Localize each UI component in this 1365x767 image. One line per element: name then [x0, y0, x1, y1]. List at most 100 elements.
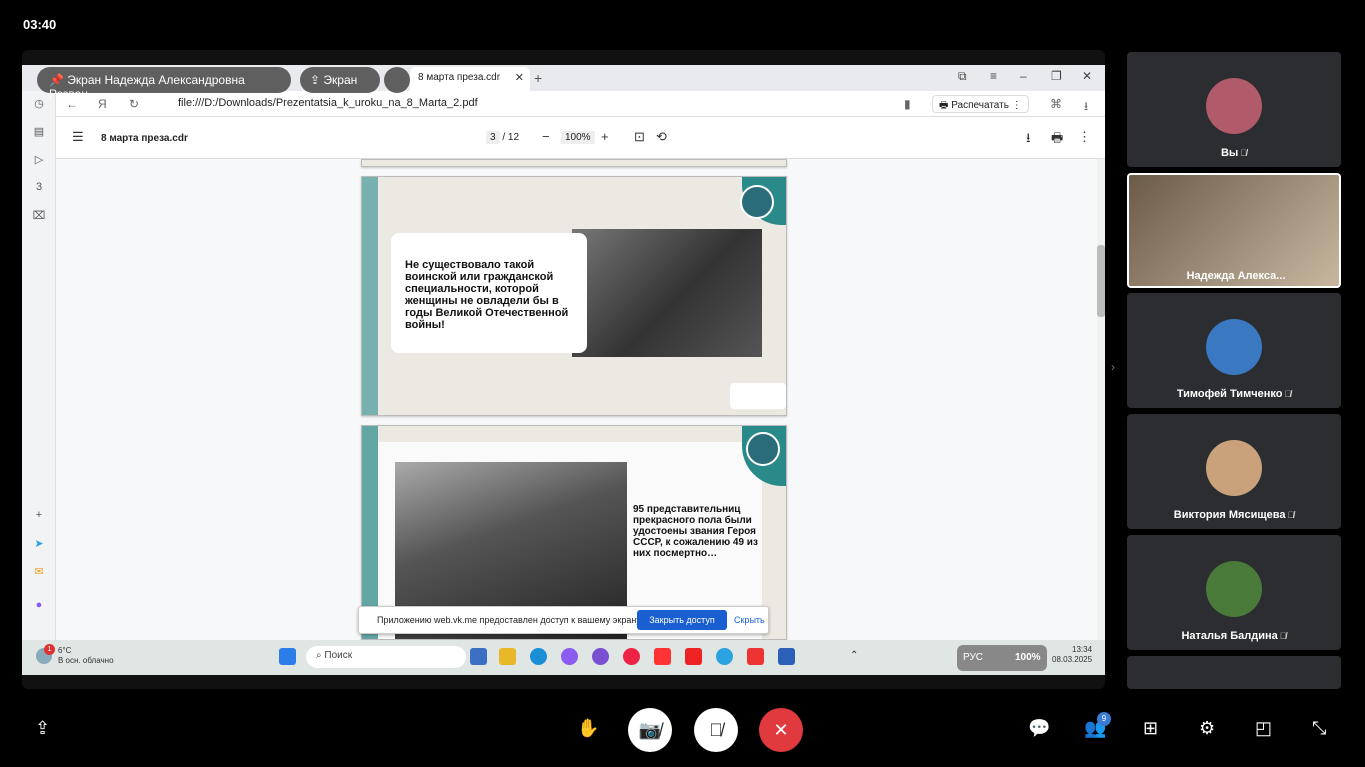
- system-tray[interactable]: РУС 100%: [957, 645, 1047, 671]
- participant-tile[interactable]: Виктория Мясищева 🎙̸: [1127, 414, 1341, 529]
- participant-tile[interactable]: Наталья Балдина 🎙̸: [1127, 535, 1341, 650]
- mic-off-button[interactable]: 🎙̸: [694, 708, 738, 752]
- pdf-title: 8 марта преза.cdr: [101, 133, 188, 144]
- viber-icon[interactable]: [592, 648, 609, 665]
- explorer-icon[interactable]: [499, 648, 516, 665]
- download-icon[interactable]: ⭳: [1084, 97, 1088, 118]
- mic-off-icon: 🎙̸: [1279, 631, 1287, 641]
- yandex-app-icon[interactable]: [654, 648, 671, 665]
- zoom-out-icon[interactable]: −: [542, 129, 550, 144]
- avatar: [1206, 319, 1262, 375]
- play-icon[interactable]: ▷: [32, 153, 46, 167]
- add-panel-icon[interactable]: +: [32, 509, 46, 523]
- taskbar-clock[interactable]: 13:34 08.03.2025: [1052, 645, 1092, 666]
- camera-off-button[interactable]: 📷̸: [628, 708, 672, 752]
- pdf-menu-icon[interactable]: ☰: [72, 129, 84, 145]
- mic-off-icon: 🎙̸: [1284, 389, 1292, 399]
- chrome-icon[interactable]: [623, 648, 640, 665]
- restore-icon[interactable]: ❐: [1051, 69, 1062, 83]
- tab-title: 8 марта преза.cdr: [418, 72, 501, 83]
- camera-pill[interactable]: [384, 67, 410, 93]
- screen-pill[interactable]: ⇪ Экран: [300, 67, 380, 93]
- zoom-in-icon[interactable]: +: [601, 129, 609, 144]
- grid-layout-icon[interactable]: ⊞: [1143, 718, 1158, 739]
- word-icon[interactable]: [778, 648, 795, 665]
- participant-tile-video[interactable]: Надежда Алекса...: [1127, 173, 1341, 288]
- participant-name: Вы 🎙̸: [1220, 147, 1248, 159]
- close-window-icon[interactable]: ✕: [1082, 69, 1092, 83]
- rotate-icon[interactable]: ⟲: [656, 129, 667, 145]
- pdf-more-icon[interactable]: ⋮: [1078, 129, 1091, 145]
- alice-icon[interactable]: ●: [32, 599, 46, 613]
- menu-icon[interactable]: ≡: [990, 69, 997, 83]
- minimize-icon[interactable]: –: [1020, 69, 1027, 83]
- translate-icon[interactable]: ⌘: [1050, 97, 1062, 111]
- tab-pdf[interactable]: 8 марта преза.cdr ✕: [410, 67, 530, 91]
- pdf-scrollbar[interactable]: [1097, 159, 1105, 640]
- close-tab-icon[interactable]: ✕: [515, 71, 524, 84]
- notice-text: Приложению web.vk.me предоставлен доступ…: [377, 615, 643, 625]
- end-call-icon: ✕: [773, 720, 789, 740]
- pdf-page-previous: [361, 159, 787, 167]
- yandex-browser-icon[interactable]: [747, 648, 764, 665]
- volunteers-logo: [740, 185, 774, 219]
- pdf-scroll-thumb[interactable]: [1097, 245, 1105, 317]
- mail-app-icon[interactable]: [470, 648, 487, 665]
- avatar: [1206, 440, 1262, 496]
- participant-tile[interactable]: Тимофей Тимченко 🎙̸: [1127, 293, 1341, 408]
- page-input[interactable]: 3: [486, 131, 500, 144]
- telegram-app-icon[interactable]: [716, 648, 733, 665]
- tabs-icon[interactable]: ⧉: [958, 69, 967, 84]
- start-icon[interactable]: [279, 648, 296, 665]
- mic-off-icon: 🎙̸: [1240, 148, 1248, 158]
- youtube-icon[interactable]: [685, 648, 702, 665]
- raise-hand-icon[interactable]: ✋: [577, 718, 599, 739]
- fit-page-icon[interactable]: ⊡: [634, 129, 645, 145]
- alice-app-icon[interactable]: [561, 648, 578, 665]
- participant-name: Виктория Мясищева 🎙̸: [1173, 509, 1295, 521]
- participants-count-badge: 9: [1097, 712, 1111, 726]
- tab-count-icon[interactable]: 3: [32, 181, 46, 195]
- pdf-download-icon[interactable]: ⭳: [1026, 129, 1031, 151]
- lang-indicator: РУС: [963, 652, 984, 663]
- participant-tile-partial[interactable]: [1127, 656, 1341, 689]
- print-button[interactable]: 🖶 Распечатать ⋮: [932, 95, 1029, 113]
- url-field[interactable]: file:///D:/Downloads/Prezentatsia_k_urok…: [178, 97, 478, 109]
- participant-tile[interactable]: Вы 🎙̸: [1127, 52, 1341, 167]
- hide-notice-button[interactable]: Скрыть: [734, 615, 765, 625]
- reload-icon[interactable]: ↻: [129, 97, 139, 111]
- screenshot-icon[interactable]: ⌧: [32, 209, 46, 223]
- pdf-print-icon[interactable]: 🖶: [1051, 129, 1063, 151]
- pdf-page-3: Не существовало такой воинской или гражд…: [361, 176, 787, 416]
- slide1-text: Не существовало такой воинской или гражд…: [405, 259, 569, 332]
- pip-icon[interactable]: ◰: [1255, 718, 1272, 739]
- avatar: [1206, 78, 1262, 134]
- mail-icon[interactable]: ✉: [32, 565, 46, 579]
- tray-expand-icon[interactable]: ⌃: [850, 650, 858, 661]
- collapse-sidebar-icon[interactable]: ›: [1111, 360, 1115, 374]
- end-call-button[interactable]: ✕: [759, 708, 803, 752]
- history-icon[interactable]: ◷: [32, 97, 46, 111]
- new-tab-icon[interactable]: +: [534, 70, 542, 86]
- chat-icon[interactable]: 💬: [1028, 718, 1050, 739]
- volunteers-logo: [746, 432, 780, 466]
- battery-level: 100%: [1015, 652, 1041, 663]
- weather-widget[interactable]: 6°C В осн. облачно: [58, 646, 114, 667]
- zoom-level[interactable]: 100%: [561, 131, 595, 144]
- collapse-icon[interactable]: ⤡: [1312, 718, 1326, 739]
- weather-badge: 1: [44, 644, 55, 655]
- stop-sharing-button[interactable]: Закрыть доступ: [637, 610, 727, 630]
- camera-off-icon: 📷̸: [638, 720, 662, 740]
- bookmark-icon[interactable]: ▮: [904, 97, 911, 111]
- presenter-pill[interactable]: 📌 Экран Надежда Александровна Резван: [37, 67, 291, 101]
- taskbar-date: 08.03.2025: [1052, 655, 1093, 665]
- yandex-icon[interactable]: Я: [98, 97, 107, 111]
- signature-logo: [730, 383, 786, 409]
- screen-label: Экран: [323, 73, 358, 87]
- telegram-icon[interactable]: ➤: [32, 537, 46, 551]
- settings-icon[interactable]: ⚙: [1199, 718, 1215, 739]
- collections-icon[interactable]: ▤: [32, 125, 46, 139]
- share-screen-icon[interactable]: ⇪: [35, 718, 50, 739]
- taskbar-search[interactable]: ⌕ Поиск: [306, 646, 466, 668]
- edge-icon[interactable]: [530, 648, 547, 665]
